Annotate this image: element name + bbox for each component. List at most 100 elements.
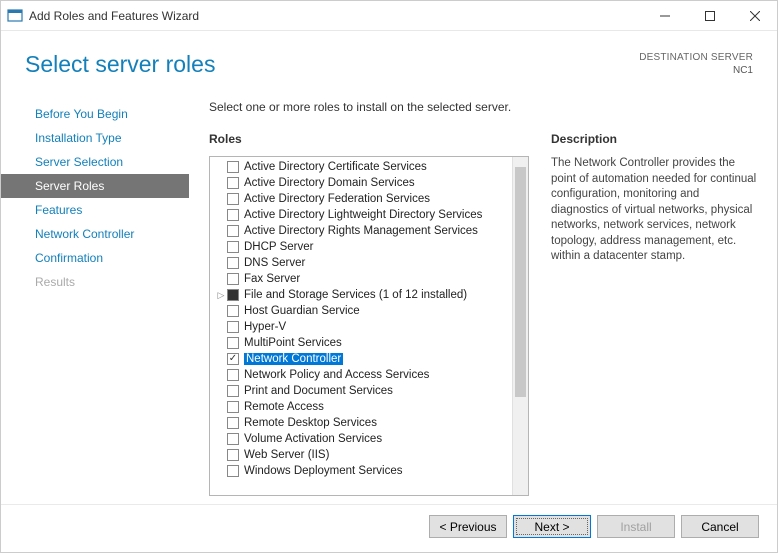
role-checkbox[interactable] xyxy=(227,161,239,173)
role-label: Windows Deployment Services xyxy=(244,465,403,477)
previous-button[interactable]: < Previous xyxy=(429,515,507,538)
app-icon xyxy=(7,8,23,24)
role-label: Active Directory Rights Management Servi… xyxy=(244,225,478,237)
role-item[interactable]: MultiPoint Services xyxy=(214,335,512,351)
role-checkbox[interactable] xyxy=(227,241,239,253)
nav-item-installation-type[interactable]: Installation Type xyxy=(1,126,189,150)
role-label: Fax Server xyxy=(244,273,300,285)
role-checkbox[interactable] xyxy=(227,369,239,381)
role-item[interactable]: Print and Document Services xyxy=(214,383,512,399)
role-item[interactable]: Network Policy and Access Services xyxy=(214,367,512,383)
role-item[interactable]: Active Directory Lightweight Directory S… xyxy=(214,207,512,223)
wizard-nav: Before You BeginInstallation TypeServer … xyxy=(1,100,189,496)
role-item[interactable]: Active Directory Rights Management Servi… xyxy=(214,223,512,239)
role-label: Active Directory Certificate Services xyxy=(244,161,427,173)
role-label: MultiPoint Services xyxy=(244,337,342,349)
description-text: The Network Controller provides the poin… xyxy=(551,156,757,265)
role-item[interactable]: Active Directory Certificate Services xyxy=(214,159,512,175)
role-item[interactable]: Active Directory Domain Services xyxy=(214,175,512,191)
role-label: DHCP Server xyxy=(244,241,313,253)
scrollbar[interactable] xyxy=(512,157,528,495)
role-item[interactable]: Fax Server xyxy=(214,271,512,287)
role-checkbox[interactable] xyxy=(227,257,239,269)
role-label: Remote Access xyxy=(244,401,324,413)
wizard-window: Add Roles and Features Wizard Select ser… xyxy=(0,0,778,553)
minimize-button[interactable] xyxy=(642,1,687,30)
description-heading: Description xyxy=(551,132,757,146)
role-checkbox[interactable] xyxy=(227,273,239,285)
nav-item-before-you-begin[interactable]: Before You Begin xyxy=(1,102,189,126)
window-title: Add Roles and Features Wizard xyxy=(29,9,199,23)
roles-column: Roles Active Directory Certificate Servi… xyxy=(209,132,529,496)
roles-listbox[interactable]: Active Directory Certificate Services Act… xyxy=(209,156,529,496)
role-label: DNS Server xyxy=(244,257,305,269)
role-label: Network Controller xyxy=(244,353,343,365)
role-item[interactable]: Host Guardian Service xyxy=(214,303,512,319)
instruction-text: Select one or more roles to install on t… xyxy=(209,100,757,114)
role-label: Network Policy and Access Services xyxy=(244,369,429,381)
main-content: Select one or more roles to install on t… xyxy=(189,100,757,496)
role-label: Active Directory Domain Services xyxy=(244,177,415,189)
description-column: Description The Network Controller provi… xyxy=(551,132,757,496)
role-item[interactable]: Hyper-V xyxy=(214,319,512,335)
role-item[interactable]: Remote Access xyxy=(214,399,512,415)
role-label: Hyper-V xyxy=(244,321,286,333)
destination-server: NC1 xyxy=(639,64,753,77)
roles-list: Active Directory Certificate Services Act… xyxy=(210,157,512,495)
role-label: Active Directory Federation Services xyxy=(244,193,430,205)
role-checkbox[interactable] xyxy=(227,193,239,205)
role-label: Host Guardian Service xyxy=(244,305,360,317)
role-item[interactable]: Network Controller xyxy=(214,351,512,367)
role-checkbox[interactable] xyxy=(227,417,239,429)
install-button[interactable]: Install xyxy=(597,515,675,538)
role-checkbox[interactable] xyxy=(227,465,239,477)
role-checkbox[interactable] xyxy=(227,401,239,413)
close-button[interactable] xyxy=(732,1,777,30)
footer: < Previous Next > Install Cancel xyxy=(1,504,777,552)
maximize-button[interactable] xyxy=(687,1,732,30)
role-checkbox[interactable] xyxy=(227,353,239,365)
role-checkbox[interactable] xyxy=(227,321,239,333)
role-checkbox[interactable] xyxy=(227,177,239,189)
role-item[interactable]: Web Server (IIS) xyxy=(214,447,512,463)
roles-heading: Roles xyxy=(209,132,529,146)
nav-item-network-controller[interactable]: Network Controller xyxy=(1,222,189,246)
scrollbar-thumb[interactable] xyxy=(515,167,526,397)
role-checkbox[interactable] xyxy=(227,289,239,301)
nav-item-confirmation[interactable]: Confirmation xyxy=(1,246,189,270)
nav-item-server-selection[interactable]: Server Selection xyxy=(1,150,189,174)
role-item[interactable]: Remote Desktop Services xyxy=(214,415,512,431)
destination-label: DESTINATION SERVER xyxy=(639,51,753,64)
role-checkbox[interactable] xyxy=(227,449,239,461)
role-item[interactable]: Active Directory Federation Services xyxy=(214,191,512,207)
role-checkbox[interactable] xyxy=(227,337,239,349)
role-checkbox[interactable] xyxy=(227,225,239,237)
destination-info: DESTINATION SERVER NC1 xyxy=(639,51,753,77)
next-button[interactable]: Next > xyxy=(513,515,591,538)
window-controls xyxy=(642,1,777,30)
role-label: Remote Desktop Services xyxy=(244,417,377,429)
expand-caret-icon[interactable]: ▷ xyxy=(216,290,226,301)
role-checkbox[interactable] xyxy=(227,209,239,221)
role-item[interactable]: Volume Activation Services xyxy=(214,431,512,447)
header: Select server roles DESTINATION SERVER N… xyxy=(1,31,777,90)
role-item[interactable]: DHCP Server xyxy=(214,239,512,255)
page-title: Select server roles xyxy=(25,51,215,78)
cancel-button[interactable]: Cancel xyxy=(681,515,759,538)
titlebar: Add Roles and Features Wizard xyxy=(1,1,777,31)
role-label: Web Server (IIS) xyxy=(244,449,329,461)
role-checkbox[interactable] xyxy=(227,385,239,397)
role-item[interactable]: DNS Server xyxy=(214,255,512,271)
body: Before You BeginInstallation TypeServer … xyxy=(1,90,777,504)
role-item[interactable]: ▷ File and Storage Services (1 of 12 inst… xyxy=(214,287,512,303)
role-checkbox[interactable] xyxy=(227,305,239,317)
nav-item-features[interactable]: Features xyxy=(1,198,189,222)
role-label: File and Storage Services (1 of 12 insta… xyxy=(244,289,467,301)
role-label: Active Directory Lightweight Directory S… xyxy=(244,209,482,221)
nav-item-results: Results xyxy=(1,270,189,294)
role-label: Volume Activation Services xyxy=(244,433,382,445)
role-checkbox[interactable] xyxy=(227,433,239,445)
nav-item-server-roles[interactable]: Server Roles xyxy=(1,174,189,198)
role-item[interactable]: Windows Deployment Services xyxy=(214,463,512,479)
role-label: Print and Document Services xyxy=(244,385,393,397)
